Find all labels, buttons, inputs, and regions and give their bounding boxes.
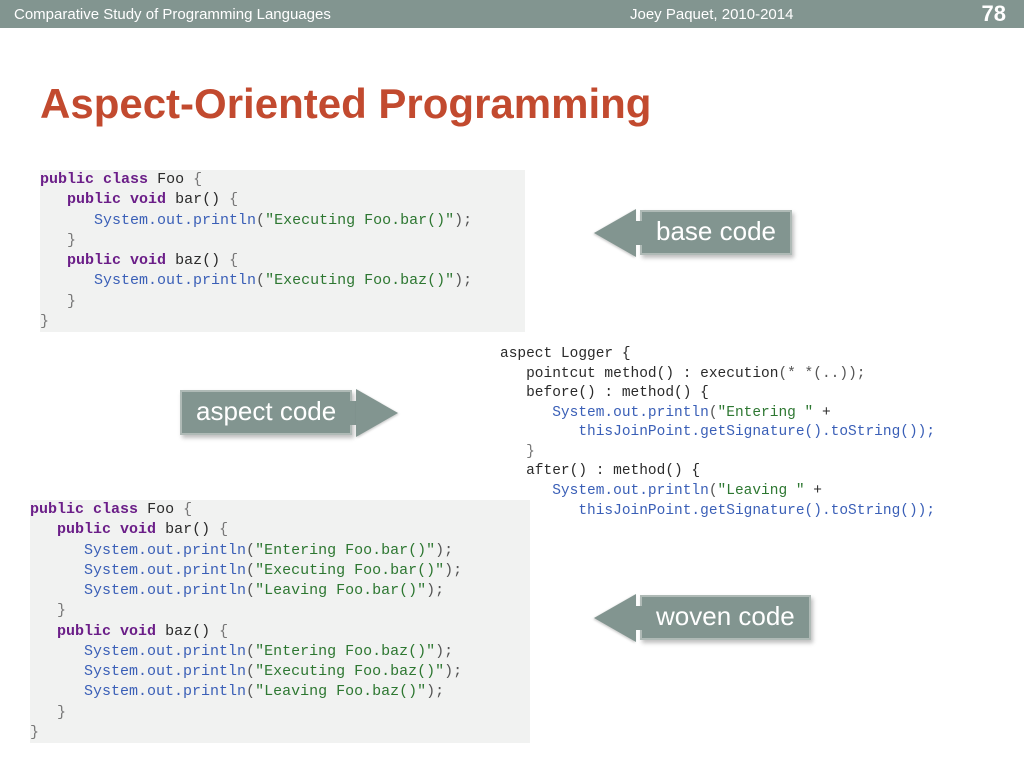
code-brace: { <box>193 171 202 188</box>
code-line: after() : method() { <box>500 463 700 479</box>
code-call: thisJoinPoint.getSignature().toString())… <box>500 503 935 519</box>
course-title: Comparative Study of Programming Languag… <box>14 6 331 23</box>
code-brace: { <box>229 191 238 208</box>
code-keyword: public <box>57 623 111 640</box>
code-paren: ( <box>246 562 255 579</box>
code-paren: ); <box>444 663 462 680</box>
code-string: "Executing Foo.bar()" <box>255 562 444 579</box>
code-paren: ); <box>435 643 453 660</box>
code-paren: ); <box>444 562 462 579</box>
code-call: System.out.println <box>94 212 256 229</box>
code-paren: ); <box>426 683 444 700</box>
code-line: pointcut method() : execution <box>500 366 778 382</box>
code-string: "Executing Foo.baz()" <box>265 272 454 289</box>
code-paren: ); <box>454 212 472 229</box>
slide-title: Aspect-Oriented Programming <box>40 80 651 128</box>
callout-base-code: base code <box>640 210 792 255</box>
code-method: bar() <box>175 191 220 208</box>
code-string: "Leaving Foo.bar()" <box>255 582 426 599</box>
callout-aspect-code: aspect code <box>180 390 352 435</box>
callout-woven-code: woven code <box>640 595 811 640</box>
code-woven: public class Foo { public void bar() { S… <box>30 500 530 743</box>
code-string: "Entering Foo.bar()" <box>255 542 435 559</box>
code-string: "Executing Foo.bar()" <box>265 212 454 229</box>
code-brace: } <box>40 313 49 330</box>
code-call: thisJoinPoint.getSignature().toString())… <box>500 424 935 440</box>
code-call: System.out.println <box>84 683 246 700</box>
code-paren: ( <box>246 542 255 559</box>
code-brace: { <box>183 501 192 518</box>
code-keyword: void <box>130 191 166 208</box>
code-brace: { <box>219 521 228 538</box>
code-line: aspect Logger { <box>500 346 631 362</box>
author-label: Joey Paquet, 2010-2014 <box>630 6 793 23</box>
code-keyword: void <box>120 623 156 640</box>
code-method: baz() <box>175 252 220 269</box>
callout-label: aspect code <box>196 396 336 426</box>
code-paren: ( <box>246 643 255 660</box>
code-call: System.out.println <box>500 483 709 499</box>
code-paren: ); <box>435 542 453 559</box>
code-keyword: public <box>57 521 111 538</box>
code-call: System.out.println <box>94 272 256 289</box>
code-keyword: public <box>67 252 121 269</box>
code-text: + <box>805 483 822 499</box>
code-keyword: public <box>67 191 121 208</box>
code-paren: (* *(..)); <box>778 366 865 382</box>
code-keyword: public <box>30 501 84 518</box>
code-brace: { <box>219 623 228 640</box>
code-paren: ( <box>246 683 255 700</box>
code-keyword: void <box>130 252 166 269</box>
code-string: "Entering " <box>718 405 814 421</box>
code-classname: Foo <box>157 171 184 188</box>
code-call: System.out.println <box>84 643 246 660</box>
code-string: "Entering Foo.baz()" <box>255 643 435 660</box>
code-call: System.out.println <box>500 405 709 421</box>
code-brace: } <box>30 724 39 741</box>
page-number: 78 <box>982 1 1006 27</box>
slide-header: Comparative Study of Programming Languag… <box>0 0 1024 28</box>
code-classname: Foo <box>147 501 174 518</box>
code-method: bar() <box>165 521 210 538</box>
code-brace: } <box>500 444 535 460</box>
code-text: + <box>813 405 830 421</box>
code-keyword: class <box>93 501 138 518</box>
code-paren: ( <box>256 212 265 229</box>
code-string: "Executing Foo.baz()" <box>255 663 444 680</box>
code-keyword: public <box>40 171 94 188</box>
code-line: before() : method() { <box>500 385 709 401</box>
code-call: System.out.println <box>84 542 246 559</box>
code-keyword: class <box>103 171 148 188</box>
callout-label: woven code <box>656 601 795 631</box>
code-brace: { <box>229 252 238 269</box>
code-paren: ); <box>454 272 472 289</box>
code-string: "Leaving Foo.baz()" <box>255 683 426 700</box>
code-paren: ( <box>246 582 255 599</box>
code-string: "Leaving " <box>718 483 805 499</box>
code-keyword: void <box>120 521 156 538</box>
code-method: baz() <box>165 623 210 640</box>
code-paren: ( <box>709 483 718 499</box>
code-brace: } <box>57 704 66 721</box>
code-paren: ( <box>256 272 265 289</box>
callout-label: base code <box>656 216 776 246</box>
code-call: System.out.println <box>84 562 246 579</box>
code-paren: ( <box>246 663 255 680</box>
code-base: public class Foo { public void bar() { S… <box>40 170 525 332</box>
code-call: System.out.println <box>84 582 246 599</box>
code-paren: ( <box>709 405 718 421</box>
code-call: System.out.println <box>84 663 246 680</box>
code-brace: } <box>67 232 76 249</box>
code-brace: } <box>57 602 66 619</box>
code-brace: } <box>67 293 76 310</box>
code-paren: ); <box>426 582 444 599</box>
code-aspect: aspect Logger { pointcut method() : exec… <box>500 345 1020 521</box>
